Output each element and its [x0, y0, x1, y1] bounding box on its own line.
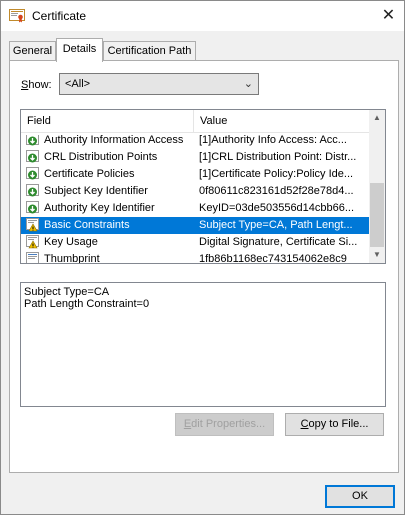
field-value: [1]Authority Info Access: Acc... — [199, 135, 347, 146]
scrollbar-thumb[interactable] — [370, 183, 384, 247]
extension-icon — [26, 150, 39, 163]
list-item[interactable]: CRL Distribution Points [1]CRL Distribut… — [21, 149, 369, 166]
column-divider[interactable] — [193, 110, 194, 133]
chevron-down-icon: ⌄ — [243, 78, 253, 90]
list-item[interactable]: Subject Key Identifier 0f80611c823161d52… — [21, 183, 369, 200]
tab-general[interactable]: General — [9, 41, 56, 61]
show-label: Show: — [21, 79, 52, 91]
list-item[interactable]: Key Usage Digital Signature, Certificate… — [21, 234, 369, 251]
property-icon — [26, 252, 39, 263]
field-name: Subject Key Identifier — [44, 185, 148, 197]
list-item[interactable]: Authority Key Identifier KeyID=03de50355… — [21, 200, 369, 217]
certificate-icon — [9, 9, 25, 23]
field-value: [1]CRL Distribution Point: Distr... — [199, 151, 357, 163]
details-panel: Show: <All> ⌄ Field Value Authority Info… — [9, 60, 399, 473]
tab-certification-path[interactable]: Certification Path — [103, 41, 196, 61]
close-button[interactable]: ✕ — [373, 1, 404, 31]
field-value: 1fb86b1168ec743154062e8c9 — [199, 253, 347, 263]
show-dropdown[interactable]: <All> ⌄ — [59, 73, 259, 95]
field-value: 0f80611c823161d52f28e78d4... — [199, 185, 354, 197]
tab-strip: General Details Certification Path — [9, 38, 399, 62]
list-header: Field Value — [21, 110, 369, 133]
list-item[interactable]: Authority Information Access [1]Authorit… — [21, 135, 369, 149]
show-label-text: how: — [28, 79, 52, 91]
field-name: Thumbprint — [44, 253, 100, 263]
field-value: Digital Signature, Certificate Si... — [199, 236, 358, 248]
extension-icon — [26, 184, 39, 197]
list-item[interactable]: Certificate Policies [1]Certificate Poli… — [21, 166, 369, 183]
detail-line: Subject Type=CA — [24, 286, 110, 298]
extension-icon — [26, 135, 39, 146]
field-name: Authority Key Identifier — [44, 202, 155, 214]
list-item-selected[interactable]: Basic Constraints Subject Type=CA, Path … — [21, 217, 369, 234]
edit-properties-button[interactable]: Edit Properties... — [175, 413, 274, 436]
window-title: Certificate — [32, 9, 87, 23]
field-name: CRL Distribution Points — [44, 151, 158, 163]
extension-icon — [26, 201, 39, 214]
ok-button[interactable]: OK — [325, 485, 395, 508]
copy-to-file-mnemonic: C — [300, 418, 309, 430]
vertical-scrollbar[interactable]: ▲ ▼ — [369, 110, 385, 263]
column-header-field[interactable]: Field — [27, 115, 51, 127]
field-value: [1]Certificate Policy:Policy Ide... — [199, 168, 354, 180]
detail-line: Path Length Constraint=0 — [24, 298, 150, 310]
field-detail-textbox[interactable]: Subject Type=CA Path Length Constraint=0 — [20, 282, 386, 407]
copy-to-file-button[interactable]: Copy to File... — [285, 413, 384, 436]
show-dropdown-value: <All> — [65, 78, 91, 90]
field-name: Key Usage — [44, 236, 98, 248]
critical-extension-icon — [26, 218, 39, 232]
field-name: Basic Constraints — [44, 219, 130, 231]
column-header-value[interactable]: Value — [200, 115, 227, 127]
list-item[interactable]: Thumbprint 1fb86b1168ec743154062e8c9 — [21, 251, 369, 263]
field-name: Authority Information Access — [44, 135, 184, 146]
edit-properties-label: dit Properties... — [191, 418, 266, 430]
list-rows: Authority Information Access [1]Authorit… — [21, 135, 369, 263]
field-value: KeyID=03de503556d14cbb66... — [199, 202, 355, 214]
fields-list[interactable]: Field Value Authority Information Access… — [20, 109, 386, 264]
extension-icon — [26, 167, 39, 180]
field-value: Subject Type=CA, Path Lengt... — [199, 219, 353, 231]
scroll-up-icon[interactable]: ▲ — [369, 110, 385, 126]
title-bar: Certificate ✕ — [1, 1, 404, 31]
tab-details[interactable]: Details — [56, 38, 103, 62]
scroll-down-icon[interactable]: ▼ — [369, 247, 385, 263]
certificate-dialog: Certificate ✕ General Details Certificat… — [0, 0, 405, 515]
critical-extension-icon — [26, 235, 39, 249]
field-name: Certificate Policies — [44, 168, 135, 180]
close-icon: ✕ — [381, 7, 396, 24]
copy-to-file-label: opy to File... — [308, 418, 369, 430]
